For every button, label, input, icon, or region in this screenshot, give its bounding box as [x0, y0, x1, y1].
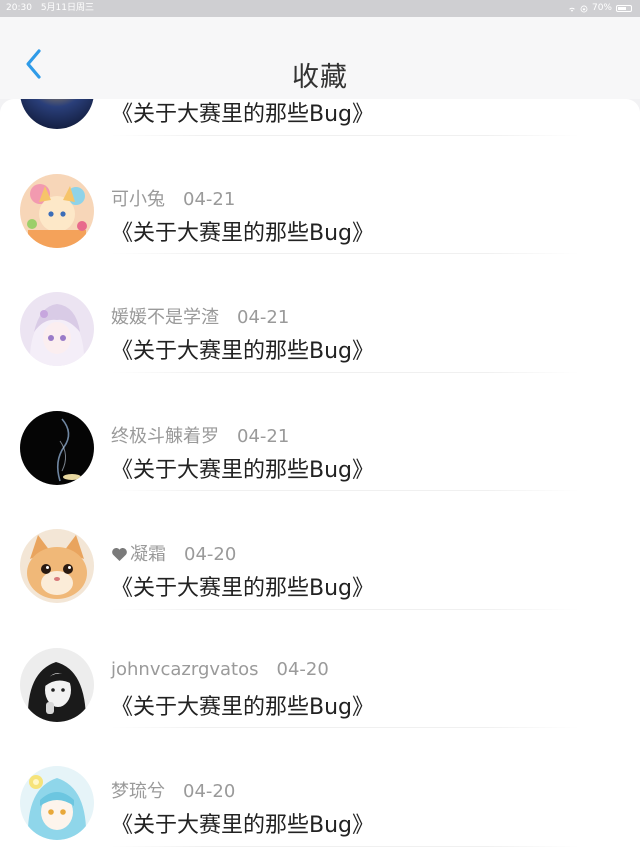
- post-date: 04-21: [183, 188, 236, 210]
- avatar[interactable]: [20, 410, 94, 485]
- favorite-item[interactable]: 可小兔 04-21 《关于大赛里的那些Bug》: [0, 136, 640, 254]
- page-title: 收藏: [292, 62, 348, 93]
- username[interactable]: 梦琉兮: [111, 781, 165, 802]
- wifi-icon: [569, 7, 575, 12]
- avatar[interactable]: [20, 292, 94, 366]
- battery-icon: [616, 5, 632, 12]
- post-title[interactable]: 《关于大赛里的那些Bug》: [111, 570, 374, 602]
- post-date: 04-21: [237, 425, 290, 447]
- orientation-lock-icon: [580, 5, 588, 12]
- status-bar: 20:30 5月11日周三 70%: [0, 0, 640, 17]
- favorite-item[interactable]: 凝霜 04-20 《关于大赛里的那些Bug》: [0, 491, 640, 610]
- favorite-item[interactable]: 梦琉兮 04-20 《关于大赛里的那些Bug》: [0, 728, 640, 847]
- avatar[interactable]: [20, 529, 94, 603]
- avatar[interactable]: [20, 766, 94, 840]
- favorite-item[interactable]: johnvcazrgvatos 04-20 《关于大赛里的那些Bug》: [0, 610, 640, 728]
- post-date: 04-21: [237, 307, 290, 328]
- favorite-item[interactable]: 终极斗觫着罗 04-21 《关于大赛里的那些Bug》: [0, 373, 640, 491]
- username[interactable]: 媛媛不是学渣: [111, 307, 219, 328]
- username[interactable]: 可小兔: [111, 189, 165, 210]
- post-title[interactable]: 《关于大赛里的那些Bug》: [111, 99, 374, 128]
- post-date: 04-20: [183, 781, 236, 802]
- post-title[interactable]: 《关于大赛里的那些Bug》: [111, 452, 374, 484]
- favorite-item[interactable]: 媛媛不是学渣 04-21 《关于大赛里的那些Bug》: [0, 254, 640, 373]
- avatar[interactable]: [20, 99, 94, 129]
- status-time: 20:30: [6, 3, 32, 13]
- username[interactable]: 终极斗觫着罗: [111, 426, 219, 447]
- post-date: 04-20: [276, 658, 329, 680]
- username[interactable]: 凝霜: [130, 544, 166, 565]
- battery-percent: 70%: [591, 3, 612, 13]
- favorite-item[interactable]: 《关于大赛里的那些Bug》: [0, 99, 640, 136]
- post-date: 04-20: [184, 544, 237, 565]
- post-title[interactable]: 《关于大赛里的那些Bug》: [111, 333, 374, 365]
- favorites-list: 《关于大赛里的那些Bug》 可小兔 04-21 《关于大赛里的那些Bug》 媛媛…: [0, 99, 640, 847]
- post-title[interactable]: 《关于大赛里的那些Bug》: [111, 689, 374, 721]
- favorites-list-card: 《关于大赛里的那些Bug》 可小兔 04-21 《关于大赛里的那些Bug》 媛媛…: [0, 99, 640, 859]
- username[interactable]: johnvcazrgvatos: [111, 659, 259, 680]
- post-title[interactable]: 《关于大赛里的那些Bug》: [111, 215, 374, 247]
- heart-icon: [112, 547, 127, 561]
- post-title[interactable]: 《关于大赛里的那些Bug》: [111, 807, 374, 839]
- divider: [110, 845, 580, 847]
- avatar[interactable]: [20, 173, 94, 248]
- nav-header: 收藏: [0, 17, 640, 99]
- status-date: 5月11日周三: [40, 3, 94, 13]
- avatar[interactable]: [20, 647, 94, 722]
